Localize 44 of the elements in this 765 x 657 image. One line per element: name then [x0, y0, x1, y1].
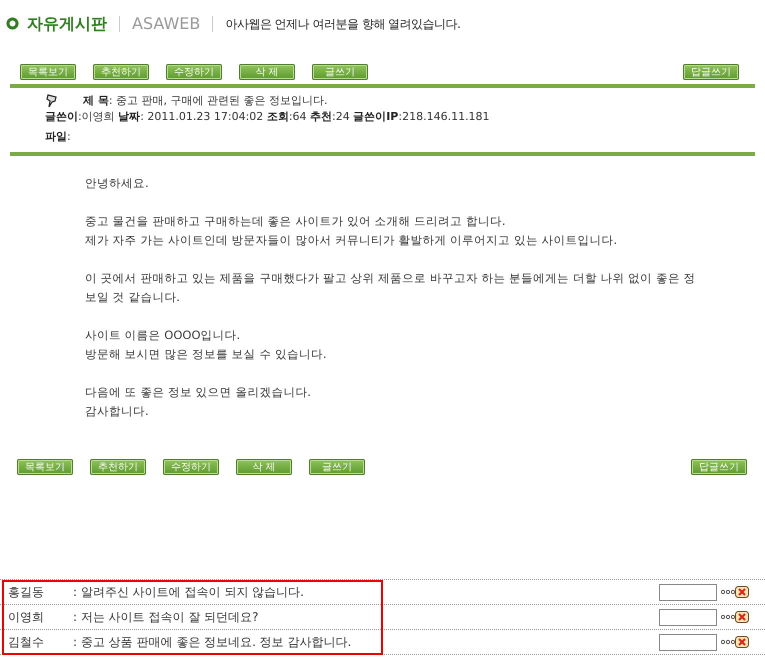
paragraph: 사이트 이름은 OOOO입니다. 방문해 보시면 많은 정보를 보실 수 있습니다.	[85, 327, 328, 363]
post-subject: 제 목: 중고 판매, 구매에 관련된 좋은 정보입니다.	[83, 93, 328, 109]
meta-field: 조회:64	[266, 110, 307, 123]
comment-input[interactable]	[659, 634, 717, 650]
toolbar-button[interactable]: 수정하기	[166, 64, 222, 80]
comment-author: 홍길동	[8, 584, 45, 601]
reply-button[interactable]: 답글쓰기	[691, 459, 747, 475]
paragraph: 다음에 또 좋은 정보 있으면 올리겠습니다. 감사합니다.	[85, 384, 312, 420]
delete-icon[interactable]	[735, 636, 749, 648]
toolbar-button[interactable]: 글쓰기	[312, 64, 368, 80]
slogan: 아사웹은 언제나 여러분을 향해 열려있습니다.	[225, 16, 460, 32]
comment-text: : 저는 사이트 접속이 잘 되던데요?	[73, 609, 258, 626]
comment-text: : 알려주신 사이트에 접속이 되지 않습니다.	[73, 584, 304, 601]
more-icon[interactable]	[721, 614, 735, 620]
meta-field: 글쓴이:이영희	[45, 110, 115, 123]
meta-field: 글쓴이IP:218.146.11.181	[353, 110, 490, 123]
toolbar-button[interactable]: 추천하기	[90, 459, 146, 475]
board-title: 자유게시판	[27, 12, 107, 34]
comment-input[interactable]	[659, 608, 717, 626]
comment-author: 김철수	[8, 634, 45, 651]
reply-button[interactable]: 답글쓰기	[683, 64, 739, 80]
circle-icon	[6, 17, 19, 30]
paragraph: 중고 물건을 판매하고 구매하는데 좋은 사이트가 있어 소개해 드리려고 합니다. 제가 자주 가는 사이트인데 방문자들이 많아서 커뮤니티가 활발하게 이루어지고 있는 사이트입니다.	[85, 213, 618, 249]
toolbar-button[interactable]: 목록보기	[20, 64, 76, 80]
delete-icon[interactable]	[735, 611, 749, 623]
more-icon[interactable]	[721, 589, 735, 595]
comment-input[interactable]	[659, 584, 717, 600]
meta-field: 추천:24	[310, 110, 350, 123]
pushpin-icon	[45, 94, 59, 108]
toolbar-button[interactable]: 수정하기	[163, 459, 219, 475]
toolbar-button[interactable]: 추천하기	[93, 64, 149, 80]
comment-author: 이영희	[8, 609, 45, 626]
toolbar-button[interactable]: 글쓰기	[309, 459, 365, 475]
toolbar-button[interactable]: 목록보기	[17, 459, 73, 475]
toolbar-button[interactable]: 삭 제	[236, 459, 292, 475]
toolbar-button[interactable]: 삭 제	[239, 64, 295, 80]
meta-field: 날짜: 2011.01.23 17:04:02	[118, 110, 264, 123]
more-icon[interactable]	[721, 639, 735, 645]
file-label: 파일:	[45, 130, 71, 143]
site-name: ASAWEB	[132, 12, 200, 34]
paragraph: 이 곳에서 판매하고 있는 제품을 구매했다가 팔고 상위 제품으로 바꾸고자 하는 분들에게는 더할 나위 없이 좋은 정 보일 것 같습니다.	[85, 270, 696, 306]
paragraph: 안녕하세요.	[85, 175, 150, 192]
comment-text: : 중고 상품 판매에 좋은 정보네요. 정보 감사합니다.	[73, 634, 352, 651]
delete-icon[interactable]	[735, 586, 749, 598]
